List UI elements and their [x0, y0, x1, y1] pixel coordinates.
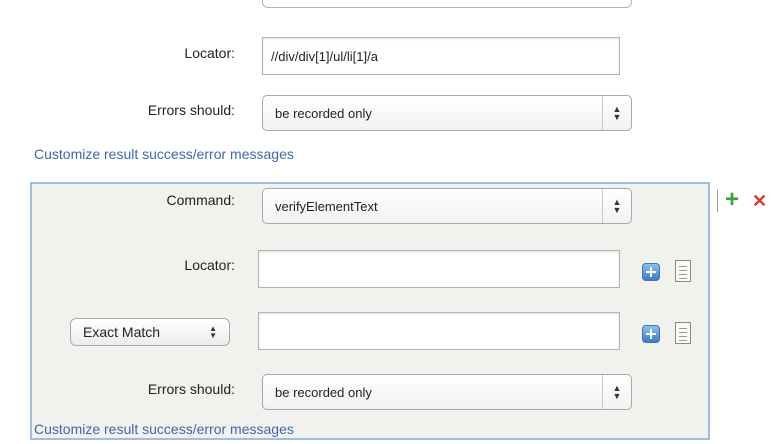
customize-messages-link[interactable]: Customize result success/error messages [34, 421, 294, 437]
locator-label: Locator: [184, 257, 235, 273]
select-arrows-icon: ▲ ▼ [602, 189, 631, 223]
locator-input[interactable] [258, 250, 620, 288]
errors-should-label: Errors should: [147, 381, 235, 397]
add-variable-icon[interactable] [642, 325, 660, 343]
plus-icon[interactable]: + [725, 187, 739, 213]
command-label: Command: [166, 192, 235, 208]
errors-should-select[interactable]: be recorded only ▲ ▼ [262, 95, 632, 131]
active-step-panel: Command: verifyElementText ▲ ▼ Locator: E… [30, 182, 710, 440]
command-value: verifyElementText [275, 198, 378, 214]
document-icon[interactable] [675, 322, 691, 344]
errors-should-value: be recorded only [275, 384, 372, 400]
delete-icon[interactable]: ✕ [752, 190, 767, 212]
select-arrows-icon: ▲ ▼ [602, 96, 631, 130]
document-icon[interactable] [675, 260, 691, 282]
match-value-input[interactable] [258, 312, 620, 350]
match-mode-value: Exact Match [83, 324, 161, 340]
select-arrows-icon: ▲ ▼ [209, 324, 217, 340]
errors-should-label: Errors should: [147, 102, 235, 118]
select-arrows-icon: ▲ ▼ [602, 375, 631, 409]
add-variable-icon[interactable] [642, 263, 660, 281]
customize-messages-link[interactable]: Customize result success/error messages [34, 146, 294, 162]
errors-should-select[interactable]: be recorded only ▲ ▼ [262, 374, 632, 410]
previous-step-field-edge [262, 0, 632, 8]
match-mode-select[interactable]: Exact Match ▲ ▼ [70, 318, 230, 346]
command-select[interactable]: verifyElementText ▲ ▼ [262, 188, 632, 224]
locator-label: Locator: [184, 45, 235, 61]
actions-divider [717, 190, 718, 212]
errors-should-value: be recorded only [275, 105, 372, 121]
locator-input[interactable]: //div/div[1]/ul/li[1]/a [262, 37, 620, 75]
